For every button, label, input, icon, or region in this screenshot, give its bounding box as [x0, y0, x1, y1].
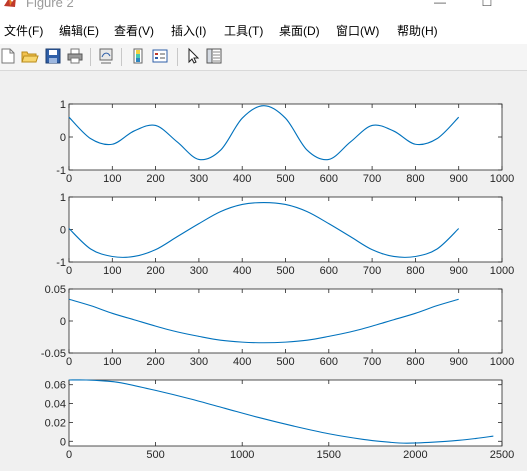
open-file-icon[interactable]	[21, 47, 39, 65]
window-titlebar: Figure 2 — ☐	[0, 0, 527, 14]
x-tick-label: 600	[320, 173, 338, 185]
x-tick-label: 500	[276, 173, 294, 185]
figure-plot-area: 0 100 200 300 400 500 600 700 800 900 1000-1010 100…	[41, 99, 514, 461]
x-tick-label: 600	[320, 356, 338, 368]
x-tick-label: 800	[406, 173, 424, 185]
menu-file[interactable]: 文件(F)	[4, 22, 43, 39]
y-tick-label: 0	[60, 225, 66, 237]
x-tick-label: 800	[406, 356, 424, 368]
x-tick-label: 0	[66, 356, 72, 368]
toolbar-separator	[177, 48, 178, 66]
x-tick-label: 700	[363, 356, 381, 368]
menu-tools[interactable]: 工具(T)	[224, 22, 263, 39]
link-plot-icon[interactable]	[97, 47, 115, 65]
y-tick-label: 0.05	[45, 284, 66, 296]
y-tick-label: 0	[60, 436, 66, 448]
minimize-button[interactable]: —	[425, 0, 455, 10]
x-tick-label: 200	[146, 265, 164, 277]
axes-2	[68, 196, 503, 263]
colorbar-icon[interactable]	[129, 47, 147, 65]
x-tick-label: 2500	[490, 449, 514, 461]
x-tick-label: 500	[276, 356, 294, 368]
x-tick-label: 1000	[490, 265, 514, 277]
y-tick-label: 1	[60, 192, 66, 204]
x-tick-label: 900	[450, 265, 468, 277]
legend-icon[interactable]	[151, 47, 169, 65]
x-tick-label: 800	[406, 265, 424, 277]
menu-view[interactable]: 查看(V)	[114, 22, 154, 39]
axes-4	[68, 379, 503, 447]
y-tick-label: -0.05	[41, 348, 66, 360]
y-tick-label: 0.02	[45, 417, 66, 429]
y-tick-label: 0	[60, 316, 66, 328]
menu-bar: 文件(F) 编辑(E) 查看(V) 插入(I) 工具(T) 桌面(D) 窗口(W…	[0, 14, 527, 44]
x-tick-label: 1000	[490, 173, 514, 185]
x-tick-label: 1000	[490, 356, 514, 368]
x-tick-label: 0	[66, 173, 72, 185]
x-tick-label: 300	[190, 265, 208, 277]
x-tick-label: 2000	[403, 449, 427, 461]
menu-desktop[interactable]: 桌面(D)	[279, 22, 320, 39]
pointer-icon[interactable]	[184, 47, 202, 65]
figure-toolbar	[0, 44, 527, 71]
x-tick-label: 400	[233, 265, 251, 277]
toolbar-separator	[121, 48, 122, 66]
axes-1	[68, 103, 503, 171]
x-tick-label: 400	[233, 173, 251, 185]
save-icon[interactable]	[44, 47, 62, 65]
x-tick-label: 700	[363, 265, 381, 277]
x-tick-label: 900	[450, 356, 468, 368]
y-tick-label: 0	[60, 132, 66, 144]
menu-insert[interactable]: 插入(I)	[171, 22, 206, 39]
print-icon[interactable]	[66, 47, 84, 65]
property-inspector-icon[interactable]	[205, 47, 223, 65]
x-tick-label: 900	[450, 173, 468, 185]
y-tick-label: 1	[60, 99, 66, 111]
y-tick-label: 0.06	[45, 380, 66, 392]
x-tick-label: 100	[103, 173, 121, 185]
x-tick-label: 1000	[230, 449, 254, 461]
menu-window[interactable]: 窗口(W)	[336, 22, 379, 39]
y-tick-label: 0.04	[45, 399, 66, 411]
x-tick-label: 700	[363, 173, 381, 185]
toolbar-separator	[90, 48, 91, 66]
new-figure-icon[interactable]	[0, 47, 17, 65]
y-tick-label: -1	[56, 257, 66, 269]
menu-edit[interactable]: 编辑(E)	[59, 22, 99, 39]
menu-help[interactable]: 帮助(H)	[397, 22, 438, 39]
x-tick-label: 100	[103, 356, 121, 368]
maximize-button[interactable]: ☐	[472, 0, 502, 10]
x-tick-label: 0	[66, 449, 72, 461]
x-tick-label: 200	[146, 173, 164, 185]
x-tick-label: 500	[276, 265, 294, 277]
x-tick-label: 500	[146, 449, 164, 461]
x-tick-label: 1500	[317, 449, 341, 461]
x-tick-label: 0	[66, 265, 72, 277]
x-tick-label: 200	[146, 356, 164, 368]
window-title: Figure 2	[26, 0, 74, 10]
matlab-app-icon	[4, 0, 16, 7]
x-tick-label: 400	[233, 356, 251, 368]
x-tick-label: 600	[320, 265, 338, 277]
axes-3	[68, 288, 503, 354]
x-tick-label: 100	[103, 265, 121, 277]
y-tick-label: -1	[56, 165, 66, 177]
x-tick-label: 300	[190, 173, 208, 185]
x-tick-label: 300	[190, 356, 208, 368]
